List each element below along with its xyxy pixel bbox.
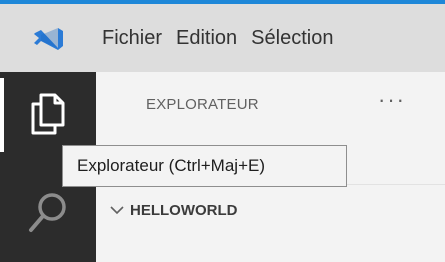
vscode-logo-icon[interactable]	[0, 4, 96, 72]
chevron-down-icon	[110, 205, 124, 215]
explorer-tooltip: Explorateur (Ctrl+Maj+E)	[62, 145, 347, 187]
menu-file[interactable]: Fichier	[96, 4, 170, 72]
files-icon	[28, 91, 68, 140]
menu-bar: Fichier Edition Sélection	[0, 4, 445, 72]
vscode-window: Fichier Edition Sélection EXPLORATEUR ··…	[0, 0, 445, 262]
sidebar-title: EXPLORATEUR	[146, 96, 259, 113]
menu-edit[interactable]: Edition	[170, 4, 245, 72]
search-icon	[26, 190, 70, 241]
workspace-section-header[interactable]: HELLOWORLD	[110, 196, 237, 224]
more-actions-button[interactable]: ···	[378, 88, 418, 120]
workspace-label: HELLOWORLD	[130, 201, 238, 219]
menu-selection[interactable]: Sélection	[245, 4, 341, 72]
